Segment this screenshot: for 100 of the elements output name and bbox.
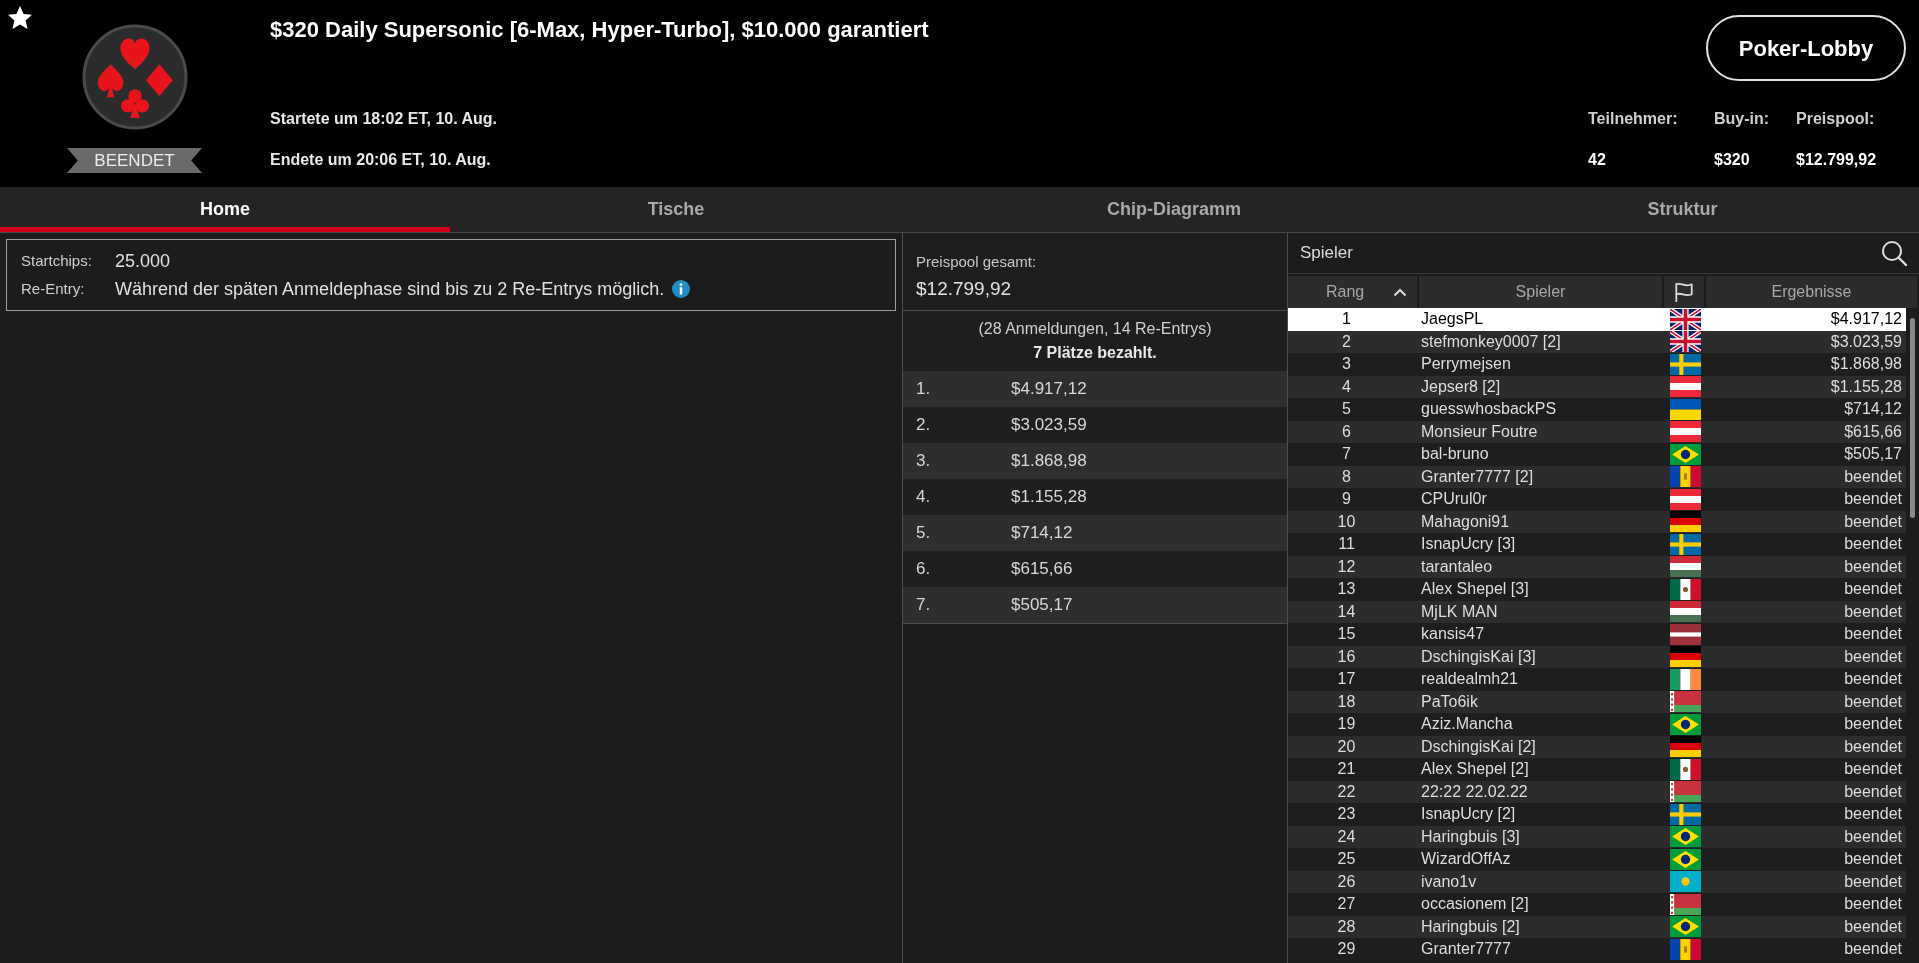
player-rank: 11 — [1337, 534, 1356, 555]
player-row[interactable]: 12 tarantaleo beendet — [1288, 555, 1906, 578]
player-rank: 13 — [1336, 579, 1357, 600]
player-rank: 5 — [1341, 399, 1352, 420]
column-header[interactable]: Rang — [1288, 276, 1419, 308]
player-rank: 18 — [1336, 691, 1357, 712]
player-row[interactable]: 28 Haringbuis [2] beendet — [1288, 915, 1906, 938]
player-result: beendet — [1843, 601, 1903, 622]
payout-amount: $714,12 — [1011, 522, 1073, 545]
flag-icon — [1669, 803, 1701, 825]
stat-value: $320 — [1714, 150, 1751, 170]
player-name: tarantaleo — [1420, 556, 1494, 577]
player-name: Haringbuis [3] — [1420, 826, 1521, 847]
flag-icon — [1669, 533, 1701, 555]
flag-icon — [1669, 781, 1701, 803]
flag-icon — [1669, 398, 1701, 420]
tab[interactable]: Tische — [450, 187, 902, 232]
player-name: Haringbuis [2] — [1420, 916, 1521, 937]
player-name: ivano1v — [1420, 871, 1478, 892]
player-result: beendet — [1843, 646, 1903, 667]
prize-pool-label: Preispool gesamt: — [916, 252, 1038, 272]
player-row[interactable]: 18 PaTo6ik beendet — [1288, 690, 1906, 713]
player-rank: 9 — [1341, 489, 1352, 510]
info-icon[interactable] — [672, 280, 691, 298]
column-header[interactable] — [1664, 276, 1706, 308]
player-name: Alex Shepel [2] — [1420, 759, 1530, 780]
tab[interactable]: Struktur — [1446, 187, 1919, 232]
payout-amount: $3.023,59 — [1011, 414, 1087, 437]
scrollbar-thumb[interactable] — [1910, 318, 1915, 518]
player-name: kansis47 — [1420, 624, 1486, 645]
player-row[interactable]: 1 JaegsPL $4.917,12 — [1288, 308, 1906, 331]
stat-label: Buy-in: — [1714, 109, 1771, 129]
player-name: DschingisKai [2] — [1420, 736, 1537, 757]
flag-icon — [1669, 308, 1701, 330]
player-row[interactable]: 20 DschingisKai [2] beendet — [1288, 735, 1906, 758]
flag-icon — [1673, 281, 1695, 303]
player-row[interactable]: 14 MjLK MAN beendet — [1288, 600, 1906, 623]
player-result: beendet — [1843, 804, 1903, 825]
player-rank: 12 — [1336, 556, 1357, 577]
player-result: beendet — [1843, 759, 1903, 780]
player-rank: 7 — [1341, 444, 1352, 465]
paid-places: 7 Plätze bezahlt. — [1033, 343, 1157, 363]
player-rank: 17 — [1336, 669, 1357, 690]
flag-icon — [1669, 713, 1701, 735]
player-result: beendet — [1843, 624, 1903, 645]
player-result: $505,17 — [1843, 444, 1903, 465]
player-name: Mahagoni91 — [1420, 511, 1511, 532]
player-list-title: Spieler — [1300, 242, 1353, 265]
tab[interactable]: Chip-Diagramm — [902, 187, 1446, 232]
player-rank: 21 — [1336, 759, 1357, 780]
payout-place: 1. — [916, 378, 932, 401]
stat-label: Teilnehmer: — [1588, 109, 1679, 129]
player-row[interactable]: 10 Mahagoni91 beendet — [1288, 510, 1906, 533]
player-name: Alex Shepel [3] — [1420, 579, 1530, 600]
player-result: $1.155,28 — [1829, 376, 1903, 397]
player-name: realdealmh21 — [1420, 669, 1519, 690]
player-rank: 15 — [1336, 624, 1357, 645]
flag-icon — [1669, 691, 1701, 713]
info-label: Re-Entry: — [21, 278, 86, 299]
player-rank: 19 — [1336, 714, 1357, 735]
player-result: beendet — [1843, 736, 1903, 757]
payout-place: 6. — [916, 558, 932, 581]
flag-icon — [1669, 466, 1701, 488]
player-result: $3.023,59 — [1829, 331, 1903, 352]
player-row[interactable]: 6 Monsieur Foutre $615,66 — [1288, 420, 1906, 443]
star-icon[interactable] — [8, 6, 32, 29]
column-header[interactable]: Ergebnisse — [1706, 276, 1919, 308]
player-row[interactable]: 8 Granter7777 [2] beendet — [1288, 465, 1906, 488]
chevron-up-icon — [1393, 287, 1407, 297]
search-icon[interactable] — [1881, 240, 1907, 266]
player-row[interactable]: 4 Jepser8 [2] $1.155,28 — [1288, 375, 1906, 398]
flag-icon — [1669, 443, 1701, 465]
player-name: occasionem [2] — [1420, 894, 1530, 915]
player-row[interactable]: 26 ivano1v beendet — [1288, 870, 1906, 893]
player-row[interactable]: 22 22:22 22.02.22 beendet — [1288, 780, 1906, 803]
player-name: JaegsPL — [1420, 309, 1485, 330]
player-row[interactable]: 24 Haringbuis [3] beendet — [1288, 825, 1906, 848]
flag-icon — [1669, 848, 1701, 870]
player-name: WizardOffAz — [1420, 849, 1512, 870]
column-header[interactable]: Spieler — [1419, 276, 1664, 308]
card-suits-icon — [81, 24, 188, 130]
player-rank: 20 — [1336, 736, 1357, 757]
player-result: beendet — [1843, 849, 1903, 870]
player-row[interactable]: 2 stefmonkey0007 [2] $3.023,59 — [1288, 330, 1906, 353]
player-name: Granter7777 — [1420, 939, 1512, 960]
player-result: beendet — [1843, 916, 1903, 937]
lobby-button[interactable]: Poker-Lobby — [1706, 15, 1906, 81]
flag-icon — [1669, 646, 1701, 668]
flag-icon — [1669, 871, 1701, 893]
player-result: $4.917,12 — [1829, 309, 1903, 330]
flag-icon — [1669, 488, 1701, 510]
player-rank: 14 — [1336, 601, 1357, 622]
player-rank: 22 — [1336, 781, 1357, 802]
player-row[interactable]: 16 DschingisKai [3] beendet — [1288, 645, 1906, 668]
player-rank: 25 — [1336, 849, 1357, 870]
player-name: Perrymejsen — [1420, 354, 1512, 375]
player-rank: 4 — [1341, 376, 1352, 397]
player-result: $615,66 — [1843, 421, 1903, 442]
player-result: beendet — [1843, 871, 1903, 892]
player-result: beendet — [1843, 691, 1903, 712]
